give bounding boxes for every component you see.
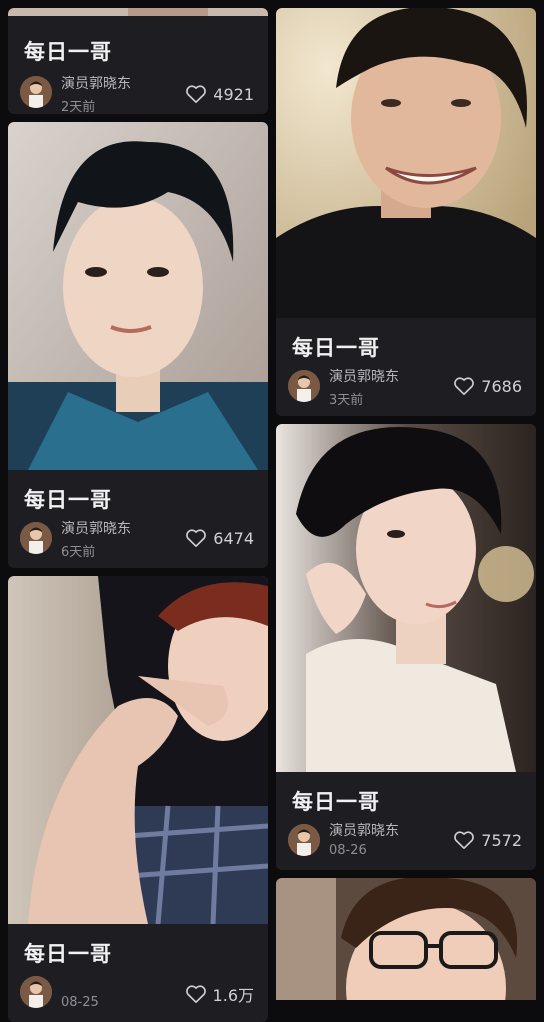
heart-outline-icon [454,377,475,395]
author-name[interactable]: 演员郭晓东 [61,73,131,93]
like-count: 1.6万 [212,986,254,1005]
heart-outline-icon [454,831,475,849]
like-button[interactable]: 1.6万 [185,982,254,1006]
post-time: 3天前 [329,393,364,408]
waterfall-feed: 每日一哥 演员郭晓东 2天前 4921 每日一哥 演员郭晓东 6天前 6474 … [0,0,544,1022]
like-count: 7572 [481,830,522,850]
like-count: 7686 [481,376,522,396]
post-title: 每日一哥 [292,790,380,814]
post-time: 08-25 [61,995,99,1010]
author-avatar[interactable] [20,976,52,1008]
post-photo[interactable] [276,878,536,1000]
author-name[interactable]: 演员郭晓东 [329,820,399,840]
post-card[interactable] [276,878,536,1000]
like-button[interactable]: 7686 [453,376,522,396]
heart-outline-icon [186,529,207,547]
author-avatar[interactable] [20,522,52,554]
like-count: 4921 [213,84,254,104]
post-card[interactable]: 每日一哥 演员郭晓东 08-26 7572 [276,424,536,870]
post-photo[interactable] [8,8,268,16]
post-photo[interactable] [8,576,268,924]
like-button[interactable]: 4921 [185,84,254,104]
post-title: 每日一哥 [24,942,112,966]
post-photo[interactable] [276,8,536,318]
author-avatar[interactable] [288,370,320,402]
post-card[interactable]: 每日一哥 演员郭晓东 6天前 6474 [8,122,268,568]
post-title: 每日一哥 [24,488,112,512]
post-time: 08-26 [329,843,367,858]
post-title: 每日一哥 [24,40,112,64]
author-name[interactable]: 演员郭晓东 [329,366,399,386]
author-avatar[interactable] [288,824,320,856]
post-photo[interactable] [8,122,268,470]
post-time: 2天前 [61,100,96,114]
post-card[interactable]: 每日一哥 演员郭晓东 2天前 4921 [8,8,268,114]
post-title: 每日一哥 [292,336,380,360]
heart-outline-icon [185,985,206,1003]
like-button[interactable]: 7572 [453,830,522,850]
post-card[interactable]: 每日一哥 演员郭晓东 3天前 7686 [276,8,536,416]
author-avatar[interactable] [20,76,52,108]
like-button[interactable]: 6474 [185,528,254,548]
post-photo[interactable] [276,424,536,772]
heart-outline-icon [186,85,207,103]
author-name[interactable]: 演员郭晓东 [61,518,131,538]
post-card[interactable]: 每日一哥 08-25 1.6万 [8,576,268,1022]
post-time: 6天前 [61,545,96,560]
like-count: 6474 [213,528,254,548]
